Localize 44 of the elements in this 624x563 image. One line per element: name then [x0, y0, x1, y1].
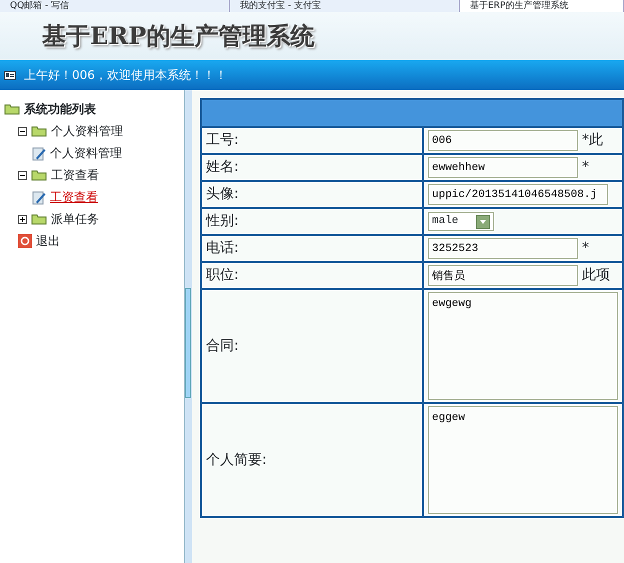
tree-item[interactable]: 退出 — [36, 230, 60, 252]
browser-tab[interactable]: 基于ERP的生产管理系统 — [460, 0, 624, 12]
expand-toggle[interactable] — [18, 214, 27, 224]
input-field[interactable]: uppic/20135141046548508.j — [428, 184, 608, 205]
field-note: 此项 — [582, 266, 610, 285]
folder-icon — [31, 125, 47, 137]
field-label: 头像: — [201, 181, 423, 208]
tree-item[interactable]: 派单任务 — [51, 208, 99, 230]
edit-page-icon — [32, 146, 46, 160]
input-field[interactable]: ewwehhew — [428, 157, 578, 178]
tree-item[interactable]: 系统功能列表 — [24, 98, 96, 120]
field-label: 姓名: — [201, 154, 423, 181]
collapse-handle[interactable] — [185, 288, 191, 398]
greeting-text: 上午好！006，欢迎使用本系统！！！ — [24, 67, 227, 84]
id-card-icon — [4, 70, 16, 80]
browser-tab[interactable]: 我的支付宝 - 支付宝 — [230, 0, 460, 12]
browser-tab[interactable]: QQ邮箱 - 写信 — [0, 0, 230, 12]
tree-item[interactable]: 个人资料管理 — [51, 120, 123, 142]
field-label: 合同: — [201, 289, 423, 403]
gender-select[interactable]: male — [428, 212, 494, 231]
folder-icon — [31, 169, 47, 181]
collapse-toggle[interactable] — [18, 126, 27, 136]
folder-icon — [4, 103, 20, 115]
edit-page-icon — [32, 190, 46, 204]
field-note: * — [582, 158, 589, 177]
tree-item[interactable]: 个人资料管理 — [50, 142, 122, 164]
exit-icon — [18, 234, 32, 248]
field-label: 性别: — [201, 208, 423, 235]
folder-icon — [31, 213, 47, 225]
field-label: 职位: — [201, 262, 423, 289]
field-label: 电话: — [201, 235, 423, 262]
field-label: 工号: — [201, 127, 423, 154]
input-field[interactable]: 006 — [428, 130, 578, 151]
text-area[interactable]: eggew — [428, 406, 618, 514]
field-note: * — [582, 239, 589, 258]
system-title: 基于ERP的生产管理系统 — [42, 20, 316, 52]
field-note: *此 — [582, 131, 603, 150]
tree-item[interactable]: 工资查看 — [50, 186, 98, 208]
tree-item[interactable]: 工资查看 — [51, 164, 99, 186]
collapse-toggle[interactable] — [18, 170, 27, 180]
input-field[interactable]: 销售员 — [428, 265, 578, 286]
input-field[interactable]: 3252523 — [428, 238, 578, 259]
field-label: 个人简要: — [201, 403, 423, 517]
text-area[interactable]: ewgewg — [428, 292, 618, 400]
